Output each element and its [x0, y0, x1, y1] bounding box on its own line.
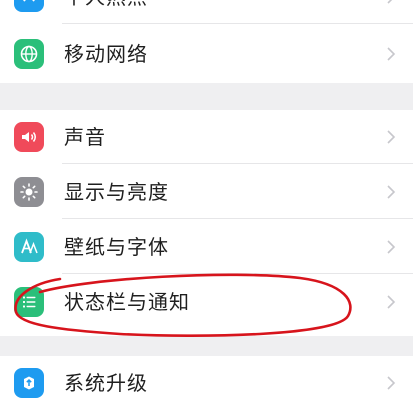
settings-item-label: 声音	[64, 125, 106, 149]
chevron-right-icon	[387, 130, 396, 144]
chevron-right-icon	[387, 376, 396, 390]
row-divider	[62, 163, 413, 164]
settings-group-system: 系统升级	[0, 356, 413, 416]
system-update-icon	[14, 368, 44, 398]
chevron-right-icon	[387, 240, 396, 254]
settings-item-label: 显示与亮度	[64, 180, 169, 204]
settings-item-statusbar-notifications[interactable]: 状态栏与通知	[0, 275, 413, 329]
row-divider	[62, 273, 413, 274]
row-divider	[62, 23, 413, 24]
chevron-right-icon	[387, 185, 396, 199]
settings-item-display-brightness[interactable]: 显示与亮度	[0, 165, 413, 219]
brightness-icon	[14, 177, 44, 207]
settings-item-label: 移动网络	[64, 42, 148, 66]
settings-group-display: 声音 显示与亮度 壁纸与字体 状态栏与通知	[0, 110, 413, 336]
settings-group-network: 个人热点 移动网络	[0, 0, 413, 83]
notification-list-icon	[14, 287, 44, 317]
chevron-right-icon	[387, 0, 393, 4]
speaker-icon	[14, 122, 44, 152]
settings-item-label: 壁纸与字体	[64, 235, 169, 259]
settings-item-mobile-network[interactable]: 移动网络	[0, 27, 413, 81]
settings-item-hotspot[interactable]: 个人热点	[0, 0, 413, 24]
font-icon	[14, 232, 44, 262]
settings-item-wallpaper-font[interactable]: 壁纸与字体	[0, 220, 413, 274]
settings-item-sound[interactable]: 声音	[0, 110, 413, 164]
settings-screen: 个人热点 移动网络	[0, 0, 413, 416]
settings-item-system-update[interactable]: 系统升级	[0, 356, 413, 410]
hotspot-icon	[14, 0, 44, 12]
globe-icon	[14, 39, 44, 69]
settings-item-label: 系统升级	[64, 371, 148, 395]
chevron-right-icon	[387, 47, 396, 61]
row-divider	[62, 218, 413, 219]
settings-item-label: 状态栏与通知	[64, 290, 190, 314]
settings-item-label: 个人热点	[64, 0, 148, 11]
chevron-right-icon	[387, 295, 396, 309]
